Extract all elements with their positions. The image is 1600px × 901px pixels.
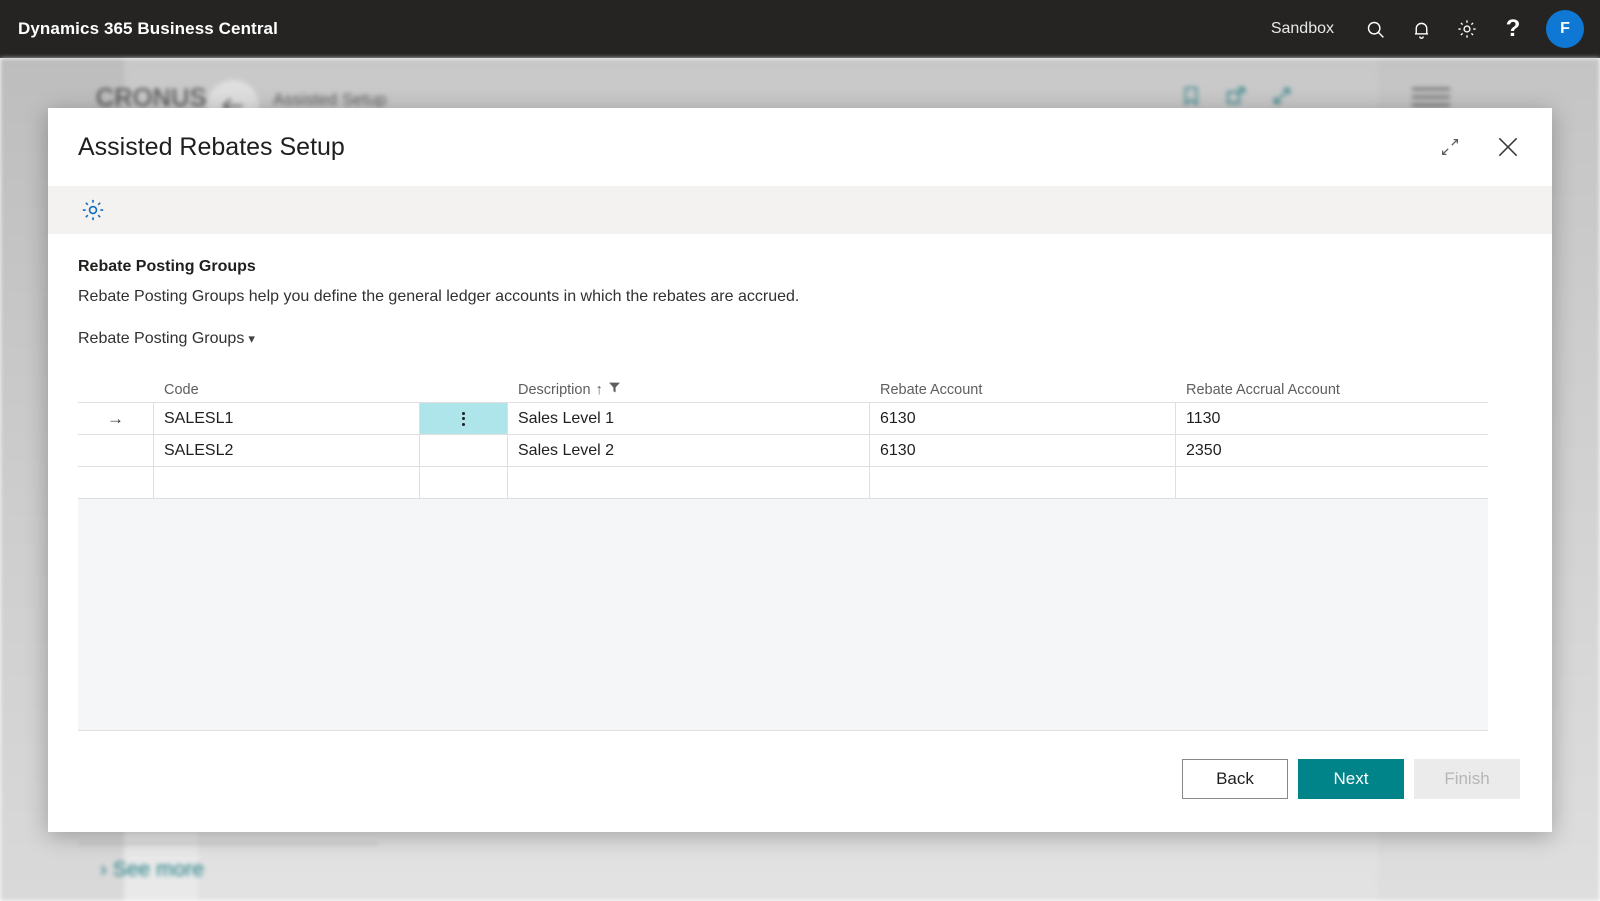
dialog-toolbar xyxy=(48,186,1552,234)
grid-empty-area xyxy=(78,499,1488,731)
cell-rebate-accrual-account[interactable] xyxy=(1176,467,1488,498)
notifications-bell-icon[interactable] xyxy=(1398,6,1444,52)
row-menu-icon[interactable] xyxy=(420,467,508,498)
row-indicator xyxy=(78,435,154,466)
dialog-footer: Back Next Finish xyxy=(48,740,1552,832)
chevron-down-icon: ▾ xyxy=(248,331,255,346)
rebate-posting-groups-grid: Code Description ↑ Rebate Account Rebate… xyxy=(78,374,1488,731)
table-row[interactable]: SALESL2 Sales Level 2 6130 2350 xyxy=(78,435,1488,467)
app-header: Dynamics 365 Business Central Sandbox ? … xyxy=(0,0,1600,58)
grid-header-rebate-accrual-account-label: Rebate Accrual Account xyxy=(1186,382,1340,398)
dialog-titlebar-actions xyxy=(1432,129,1526,165)
cell-description[interactable]: Sales Level 1 xyxy=(508,403,870,434)
cell-rebate-accrual-account[interactable]: 1130 xyxy=(1176,403,1488,434)
sort-ascending-icon: ↑ xyxy=(595,381,603,398)
see-more-link[interactable]: › See more xyxy=(100,858,204,882)
search-icon[interactable] xyxy=(1352,6,1398,52)
help-question-glyph: ? xyxy=(1505,15,1521,42)
grid-header-row: Code Description ↑ Rebate Account Rebate… xyxy=(78,374,1488,402)
finish-button: Finish xyxy=(1414,759,1520,799)
see-more-label: See more xyxy=(112,858,204,881)
next-button[interactable]: Next xyxy=(1298,759,1404,799)
breadcrumb[interactable]: Assisted Setup xyxy=(273,90,386,110)
environment-label: Sandbox xyxy=(1270,20,1334,37)
grid-header-code[interactable]: Code xyxy=(154,382,420,398)
cell-code[interactable]: SALESL2 xyxy=(154,435,420,466)
table-row[interactable] xyxy=(78,467,1488,499)
table-row[interactable]: → SALESL1 Sales Level 1 6130 1130 xyxy=(78,403,1488,435)
app-header-actions: Sandbox ? F xyxy=(1271,6,1600,52)
background-divider xyxy=(78,843,378,844)
cell-rebate-accrual-account[interactable]: 2350 xyxy=(1176,435,1488,466)
grid-header-rebate-accrual-account[interactable]: Rebate Accrual Account xyxy=(1176,382,1488,398)
settings-gear-icon[interactable] xyxy=(78,195,108,225)
cell-code[interactable]: SALESL1 xyxy=(154,403,420,434)
shrink-icon[interactable] xyxy=(1432,129,1468,165)
chevron-right-icon: › xyxy=(100,858,107,881)
help-question-icon[interactable]: ? xyxy=(1490,6,1536,52)
cell-rebate-account[interactable]: 6130 xyxy=(870,435,1176,466)
group-toggle-label: Rebate Posting Groups xyxy=(78,330,245,347)
cell-description[interactable] xyxy=(508,467,870,498)
grid-header-description[interactable]: Description ↑ xyxy=(508,381,870,398)
grid-header-code-label: Code xyxy=(164,382,199,398)
cell-code[interactable] xyxy=(154,467,420,498)
row-indicator xyxy=(78,467,154,498)
assisted-setup-dialog: Assisted Rebates Setup Rebate Posting Gr… xyxy=(48,108,1552,832)
back-button[interactable]: Back xyxy=(1182,759,1288,799)
row-menu-icon[interactable] xyxy=(420,435,508,466)
row-menu-icon[interactable] xyxy=(420,403,508,434)
dialog-title: Assisted Rebates Setup xyxy=(78,132,345,161)
rebate-posting-groups-toggle[interactable]: Rebate Posting Groups ▾ xyxy=(78,330,255,348)
grid-header-description-label: Description xyxy=(518,381,591,398)
settings-gear-icon[interactable] xyxy=(1444,6,1490,52)
cell-description[interactable]: Sales Level 2 xyxy=(508,435,870,466)
filter-funnel-icon[interactable] xyxy=(608,381,621,398)
vertical-dots-glyph xyxy=(462,411,465,426)
close-icon[interactable] xyxy=(1490,129,1526,165)
section-description: Rebate Posting Groups help you define th… xyxy=(78,288,800,305)
avatar[interactable]: F xyxy=(1546,10,1584,48)
row-indicator: → xyxy=(78,403,154,434)
dialog-body: Rebate Posting Groups Rebate Posting Gro… xyxy=(48,234,1552,740)
cell-rebate-account[interactable] xyxy=(870,467,1176,498)
app-title: Dynamics 365 Business Central xyxy=(18,19,278,38)
grid-header-rebate-account-label: Rebate Account xyxy=(880,382,983,398)
dialog-titlebar: Assisted Rebates Setup xyxy=(48,108,1552,186)
cell-rebate-account[interactable]: 6130 xyxy=(870,403,1176,434)
grid-header-rebate-account[interactable]: Rebate Account xyxy=(870,382,1176,398)
grid-rows: → SALESL1 Sales Level 1 6130 1130 SALESL… xyxy=(78,402,1488,731)
section-heading: Rebate Posting Groups xyxy=(78,258,256,275)
